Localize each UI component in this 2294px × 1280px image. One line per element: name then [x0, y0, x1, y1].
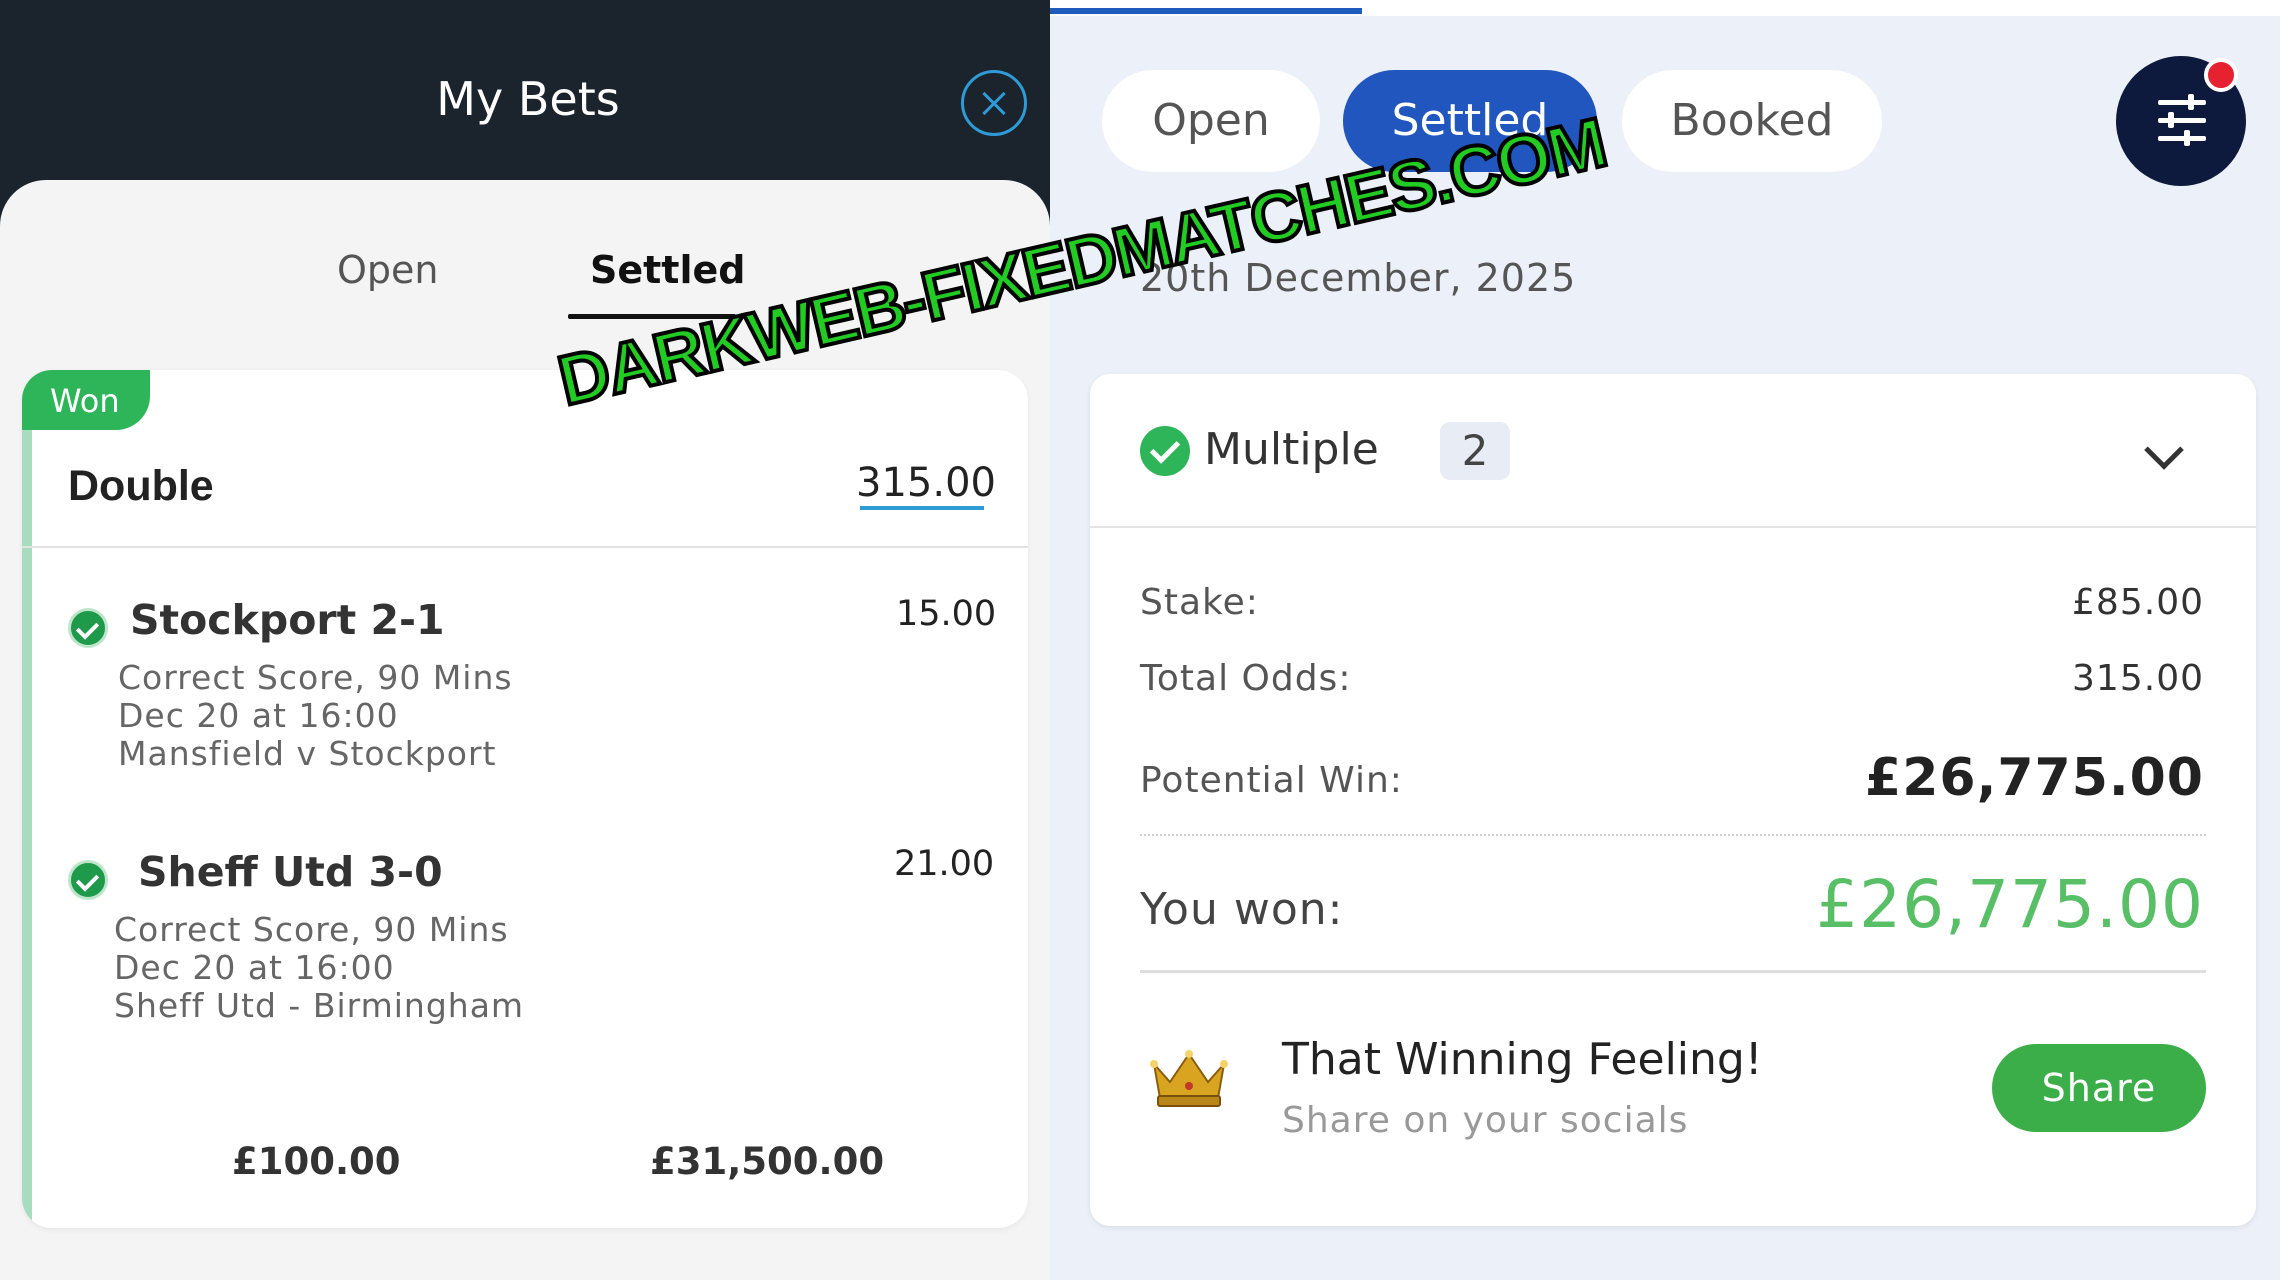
my-bets-title: My Bets: [436, 72, 620, 126]
dotted-divider: [1140, 834, 2206, 836]
promo-subtitle: Share on your socials: [1282, 1100, 1689, 1141]
selection-time: Dec 20 at 16:00: [114, 948, 395, 987]
potential-win-value: £26,775.00: [1865, 748, 2204, 808]
total-odds-value: 315.00: [2072, 658, 2204, 699]
tab-open[interactable]: Open: [337, 248, 439, 292]
bets-sheet: Open Settled Won Double 315.00 Stockport…: [0, 180, 1050, 1280]
bet-returns: £31,500.00: [650, 1140, 885, 1183]
bet-card[interactable]: Won Double 315.00 Stockport 2-1 15.00 Co…: [22, 370, 1028, 1228]
odds-underline: [860, 506, 984, 510]
selection-market: Correct Score, 90 Mins: [118, 658, 513, 697]
total-odds-label: Total Odds:: [1140, 658, 1352, 699]
selection-odds: 15.00: [896, 594, 997, 634]
settled-bets-panel: Open Settled Booked 20th December, 2025 …: [1050, 0, 2294, 1280]
you-won-label: You won:: [1140, 884, 1344, 935]
share-button[interactable]: Share: [1992, 1044, 2206, 1132]
selection-count-badge: 2: [1440, 422, 1510, 480]
selection-name: Stockport 2-1: [130, 596, 445, 644]
promo-title: That Winning Feeling!: [1282, 1034, 1763, 1085]
selection-item: Stockport 2-1 15.00 Correct Score, 90 Mi…: [22, 592, 1028, 792]
selection-market: Correct Score, 90 Mins: [114, 910, 509, 949]
bet-type: Multiple: [1204, 424, 1379, 475]
chevron-down-icon[interactable]: [2144, 430, 2184, 470]
close-icon[interactable]: [961, 70, 1027, 136]
panel-edge: [2280, 0, 2294, 1280]
selection-time: Dec 20 at 16:00: [118, 696, 399, 735]
stake-label: Stake:: [1140, 582, 1259, 623]
bet-total-odds: 315.00: [856, 460, 996, 506]
date-heading: 20th December, 2025: [1140, 256, 1577, 300]
notification-dot: [2204, 58, 2238, 92]
check-circle-icon: [1140, 426, 1190, 476]
selection-odds: 21.00: [894, 844, 995, 884]
active-tab-indicator: [568, 314, 736, 319]
you-won-value: £26,775.00: [1816, 866, 2204, 943]
check-circle-icon: [68, 608, 108, 648]
selection-event: Mansfield v Stockport: [118, 734, 497, 773]
check-circle-icon: [68, 860, 108, 900]
crown-icon: [1150, 1050, 1228, 1107]
stake-value: £85.00: [2072, 582, 2204, 623]
selection-name: Sheff Utd 3-0: [138, 848, 443, 896]
divider: [1090, 526, 2256, 528]
status-stripe: [22, 420, 32, 1228]
bet-stake: £100.00: [232, 1140, 401, 1183]
tab-settled[interactable]: Settled: [590, 248, 745, 292]
bet-summary-card: Multiple 2 Stake: £85.00 Total Odds: 315…: [1090, 374, 2256, 1226]
potential-win-label: Potential Win:: [1140, 760, 1403, 801]
top-tab-indicator: [1050, 8, 1362, 14]
status-badge: Won: [22, 370, 150, 430]
selection-item: Sheff Utd 3-0 21.00 Correct Score, 90 Mi…: [22, 842, 1028, 1042]
divider: [1140, 970, 2206, 973]
selection-event: Sheff Utd - Birmingham: [114, 986, 525, 1025]
filter-booked-button[interactable]: Booked: [1622, 70, 1882, 172]
filter-open-button[interactable]: Open: [1102, 70, 1320, 172]
my-bets-panel: My Bets Open Settled Won Double 315.00 S…: [0, 0, 1050, 1280]
bet-type: Double: [68, 462, 214, 510]
divider: [22, 546, 1028, 548]
my-bets-header: My Bets: [0, 0, 1050, 180]
filter-settled-button[interactable]: Settled: [1343, 70, 1597, 172]
